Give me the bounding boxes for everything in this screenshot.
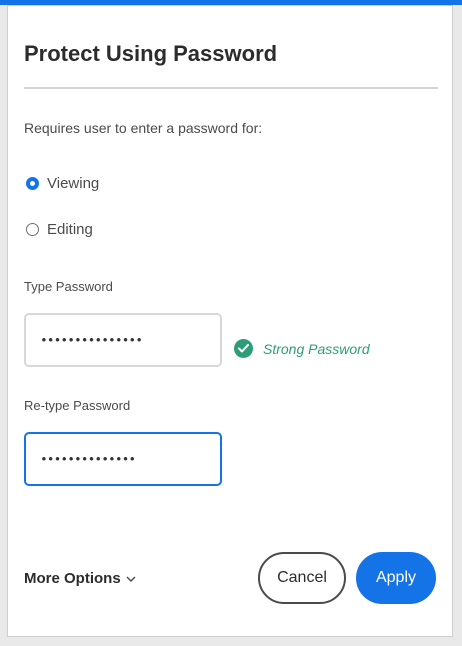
dialog-title: Protect Using Password xyxy=(24,41,278,66)
chevron-down-icon xyxy=(126,570,136,587)
strength-label: Strong Password xyxy=(263,340,370,357)
radio-unselected-icon[interactable] xyxy=(26,223,39,236)
more-options-toggle[interactable]: More Options xyxy=(24,570,136,587)
apply-button[interactable]: Apply xyxy=(356,552,436,604)
retype-password-input[interactable] xyxy=(24,432,222,486)
radio-editing-label: Editing xyxy=(47,221,93,238)
password-input[interactable] xyxy=(24,313,222,367)
retype-password-label: Re-type Password xyxy=(24,398,131,413)
radio-viewing[interactable]: Viewing xyxy=(26,175,99,192)
checkmark-circle-icon xyxy=(234,339,253,358)
more-options-label: More Options xyxy=(24,570,121,587)
radio-viewing-label: Viewing xyxy=(47,175,100,192)
radio-editing[interactable]: Editing xyxy=(26,221,93,238)
password-strength-indicator: Strong Password xyxy=(234,339,370,358)
dialog-subtitle: Requires user to enter a password for: xyxy=(24,120,263,136)
protect-password-dialog: Protect Using Password Requires user to … xyxy=(7,5,453,637)
radio-selected-icon[interactable] xyxy=(26,177,39,190)
type-password-label: Type Password xyxy=(24,279,113,294)
title-divider xyxy=(24,87,438,89)
cancel-button[interactable]: Cancel xyxy=(258,552,346,604)
